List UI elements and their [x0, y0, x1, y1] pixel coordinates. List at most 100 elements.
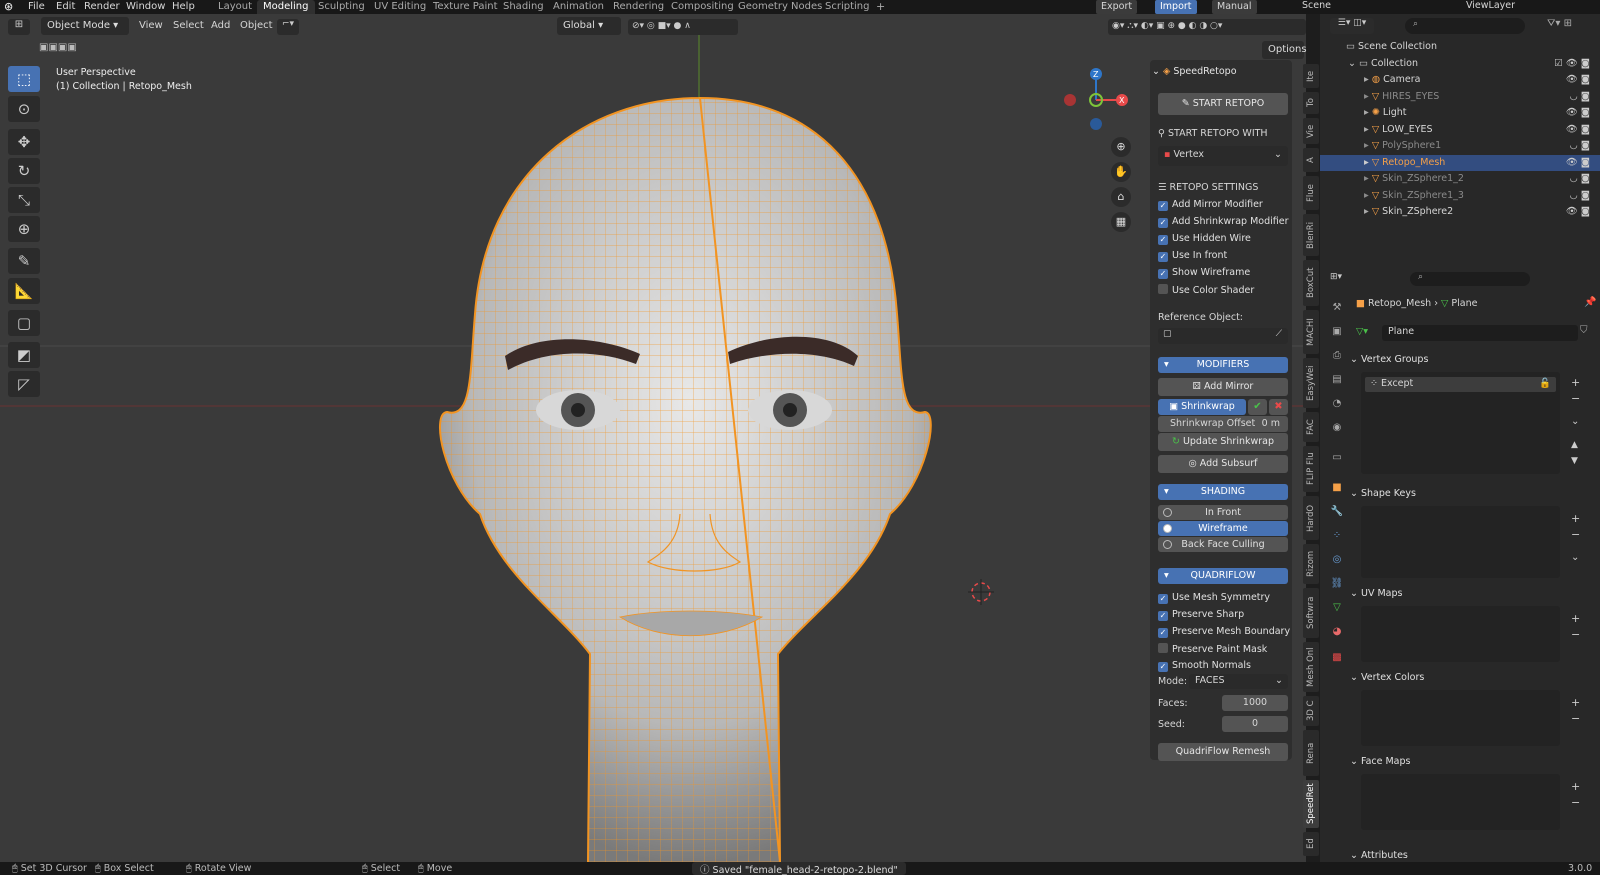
- outliner-item-hires-eyes[interactable]: ▸ ▽ HIRES_EYES ◡ ◙: [1320, 89, 1600, 105]
- object-mode-dropdown[interactable]: Object Mode ▾: [41, 17, 129, 35]
- pan-hand-icon[interactable]: ✋: [1111, 162, 1131, 182]
- add-subsurf-button[interactable]: ◎ Add Subsurf: [1158, 455, 1288, 473]
- add-vertex-color-icon[interactable]: +: [1571, 696, 1580, 709]
- shading-header[interactable]: ▾ SHADING: [1158, 484, 1288, 500]
- start-retopo-button[interactable]: ✎ START RETOPO: [1158, 93, 1288, 115]
- view-layer-properties-icon[interactable]: ▤: [1330, 374, 1344, 388]
- outliner-scene-collection[interactable]: ▭ Scene Collection: [1320, 39, 1600, 55]
- menu-window[interactable]: Window: [126, 1, 165, 12]
- lock-icon[interactable]: 🔓: [1539, 378, 1551, 389]
- quadriflow-remesh-button[interactable]: QuadriFlow Remesh: [1158, 743, 1288, 761]
- use-color-shader-checkbox[interactable]: Use Color Shader: [1158, 284, 1254, 296]
- remove-uv-map-icon[interactable]: −: [1571, 628, 1580, 641]
- shading-wireframe-radio[interactable]: Wireframe: [1158, 521, 1288, 536]
- camera-view-icon[interactable]: ⌂: [1111, 187, 1131, 207]
- vtab-tool[interactable]: To: [1303, 92, 1319, 114]
- face-maps-list[interactable]: [1361, 774, 1560, 830]
- outliner-item-skin-zsphere1-2[interactable]: ▸ ▽ Skin_ZSphere1_2 ◡ ◙: [1320, 171, 1600, 187]
- vtab-flue[interactable]: Flue: [1303, 176, 1319, 210]
- tab-modeling[interactable]: Modeling: [257, 0, 315, 14]
- menu-file[interactable]: File: [28, 1, 45, 12]
- menu-select[interactable]: Select: [173, 20, 204, 31]
- manual-button[interactable]: Manual: [1212, 0, 1257, 14]
- scene-selector[interactable]: Scene: [1302, 0, 1331, 11]
- properties-editor-type-icon[interactable]: ⊞▾: [1330, 272, 1358, 286]
- quadriflow-header[interactable]: ▾ QUADRIFLOW: [1158, 568, 1288, 584]
- outliner-editor-type-icon[interactable]: ☰▾ ◫▾: [1330, 18, 1374, 34]
- add-workspace-icon[interactable]: +: [876, 0, 885, 13]
- vtab-easywei[interactable]: EasyWei: [1303, 358, 1319, 408]
- vtab-item[interactable]: Ite: [1303, 64, 1319, 88]
- render-properties-icon[interactable]: ▣: [1330, 326, 1344, 340]
- tab-animation[interactable]: Animation: [547, 0, 610, 14]
- remove-face-map-icon[interactable]: −: [1571, 796, 1580, 809]
- modifiers-header[interactable]: ▾ MODIFIERS: [1158, 357, 1288, 373]
- vtab-rizom[interactable]: Rizom: [1303, 544, 1319, 584]
- properties-search-input[interactable]: ⌕: [1410, 272, 1530, 286]
- viewport-shading-controls[interactable]: ◉▾ ⛬▾ ◐▾ ▣ ⊕ ● ◐ ◑ ○▾: [1108, 19, 1306, 35]
- import-button[interactable]: Import: [1155, 0, 1197, 14]
- eyedropper-icon[interactable]: ⟋: [1276, 329, 1282, 339]
- menu-view[interactable]: View: [139, 20, 163, 31]
- use-hidden-wire-checkbox[interactable]: ✓ Use Hidden Wire: [1158, 233, 1251, 245]
- vtab-ed[interactable]: Ed: [1303, 832, 1319, 856]
- remove-vertex-group-icon[interactable]: −: [1571, 392, 1580, 405]
- add-face-map-icon[interactable]: +: [1571, 780, 1580, 793]
- pin-icon[interactable]: 📌: [1584, 297, 1596, 308]
- reference-object-field[interactable]: ▢ ⟋: [1158, 328, 1288, 344]
- transform-orientation-dropdown[interactable]: Global ▾: [557, 17, 621, 35]
- move-down-icon[interactable]: ▼: [1571, 456, 1578, 466]
- shape-keys-list[interactable]: [1361, 506, 1560, 578]
- apply-check-icon[interactable]: ✔: [1248, 399, 1267, 415]
- add-shrinkwrap-modifier-checkbox[interactable]: ✓ Add Shrinkwrap Modifier: [1158, 216, 1289, 228]
- vertex-group-item[interactable]: ⁘ Except 🔓: [1365, 377, 1556, 392]
- transform-tool-icon[interactable]: ⊕: [8, 216, 40, 242]
- vtab-view[interactable]: Vie: [1303, 118, 1319, 144]
- menu-add[interactable]: Add: [211, 20, 230, 31]
- menu-render[interactable]: Render: [84, 1, 120, 12]
- constraints-properties-icon[interactable]: ⛓: [1330, 578, 1344, 592]
- tab-sculpting[interactable]: Sculpting: [312, 0, 371, 14]
- menu-edit[interactable]: Edit: [56, 1, 75, 12]
- shading-in-front-radio[interactable]: In Front: [1158, 505, 1288, 520]
- object-properties-icon[interactable]: ■: [1330, 482, 1344, 496]
- outliner-item-light[interactable]: ▸ ✺ Light 👁 ◙: [1320, 105, 1600, 121]
- outliner-item-low-eyes[interactable]: ▸ ▽ LOW_EYES 👁 ◙: [1320, 122, 1600, 138]
- vtab-softwra[interactable]: Softwra: [1303, 588, 1319, 638]
- faces-field[interactable]: 1000: [1222, 695, 1288, 711]
- shape-keys-header[interactable]: ⌄ Shape Keys: [1350, 488, 1416, 499]
- tab-texture-paint[interactable]: Texture Paint: [427, 0, 504, 14]
- add-shape-key-icon[interactable]: +: [1571, 512, 1580, 525]
- tab-shading[interactable]: Shading: [497, 0, 550, 14]
- blender-logo-icon[interactable]: ⊛: [4, 0, 13, 13]
- outliner-search-input[interactable]: ⌕: [1405, 18, 1525, 34]
- use-mesh-symmetry-checkbox[interactable]: ✓ Use Mesh Symmetry: [1158, 592, 1270, 604]
- add-vertex-group-icon[interactable]: +: [1571, 376, 1580, 389]
- vtab-speedret[interactable]: SpeedRet: [1303, 780, 1319, 828]
- vertex-colors-list[interactable]: [1361, 690, 1560, 746]
- tool-properties-icon[interactable]: ⚒: [1330, 302, 1344, 316]
- tab-compositing[interactable]: Compositing: [665, 0, 740, 14]
- shape-key-specials-icon[interactable]: ⌄: [1571, 552, 1579, 563]
- mesh-data-selector-icon[interactable]: ▽▾: [1356, 326, 1382, 337]
- move-tool-icon[interactable]: ✥: [8, 129, 40, 155]
- world-properties-icon[interactable]: ◉: [1330, 422, 1344, 436]
- annotate-tool-icon[interactable]: ✎: [8, 248, 40, 274]
- vertex-groups-header[interactable]: ⌄ Vertex Groups: [1350, 354, 1428, 365]
- preserve-mesh-boundary-checkbox[interactable]: ✓ Preserve Mesh Boundary: [1158, 626, 1290, 638]
- remove-vertex-color-icon[interactable]: −: [1571, 712, 1580, 725]
- shrinkwrap-offset-field[interactable]: Shrinkwrap Offset 0 m: [1158, 416, 1288, 432]
- saved-report[interactable]: ⓘ Saved "female_head-2-retopo-2.blend": [692, 862, 906, 875]
- remove-x-icon[interactable]: ✖: [1269, 399, 1288, 415]
- view-layer-selector[interactable]: ViewLayer: [1466, 0, 1515, 11]
- options-button[interactable]: Options: [1262, 41, 1307, 59]
- vtab-3d-c[interactable]: 3D C: [1303, 696, 1319, 726]
- move-up-icon[interactable]: ▲: [1571, 440, 1578, 450]
- measure-tool-icon[interactable]: 📐: [8, 278, 40, 304]
- collection-properties-icon[interactable]: ▭: [1330, 452, 1344, 466]
- export-button[interactable]: Export: [1096, 0, 1138, 14]
- remove-shape-key-icon[interactable]: −: [1571, 528, 1580, 541]
- vtab-hardo[interactable]: HardO: [1303, 496, 1319, 540]
- vtab-machi[interactable]: MACHI: [1303, 310, 1319, 354]
- vtab-fac[interactable]: FAC: [1303, 412, 1319, 442]
